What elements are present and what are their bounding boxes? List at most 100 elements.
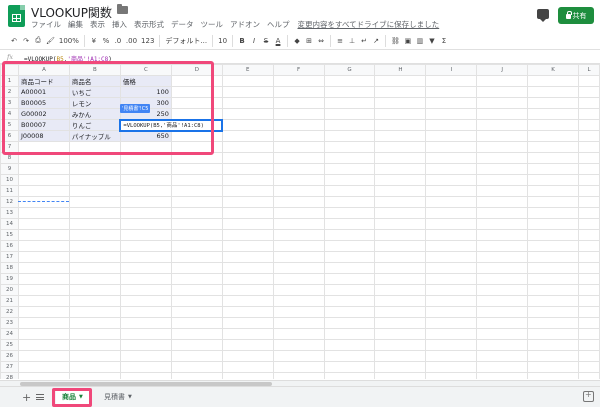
- cell[interactable]: [68, 284, 121, 296]
- cell[interactable]: [17, 295, 70, 307]
- cell[interactable]: [476, 196, 529, 208]
- cell[interactable]: [68, 306, 121, 318]
- cell[interactable]: [221, 141, 274, 153]
- cell[interactable]: [527, 185, 579, 197]
- cell[interactable]: [170, 218, 223, 230]
- column-header[interactable]: E: [221, 64, 274, 76]
- cell[interactable]: [527, 350, 579, 362]
- cell[interactable]: [577, 97, 600, 109]
- cell[interactable]: [527, 75, 579, 87]
- sheet-tab-other[interactable]: 見積書 ▼: [98, 388, 138, 406]
- cell[interactable]: [425, 75, 478, 87]
- cell[interactable]: [272, 240, 325, 252]
- cell[interactable]: [68, 141, 121, 153]
- cell[interactable]: [323, 328, 376, 340]
- number-format-select[interactable]: 123: [139, 34, 156, 48]
- cell[interactable]: [577, 295, 600, 307]
- cell[interactable]: [17, 141, 70, 153]
- cell[interactable]: [527, 306, 579, 318]
- cell[interactable]: [527, 229, 579, 241]
- column-header[interactable]: L: [577, 64, 600, 76]
- cell[interactable]: [17, 350, 70, 362]
- cell[interactable]: [272, 108, 325, 120]
- cell[interactable]: [374, 350, 427, 362]
- menu-file[interactable]: ファイル: [31, 19, 61, 30]
- cell[interactable]: [374, 174, 427, 186]
- cell[interactable]: [119, 350, 172, 362]
- cell[interactable]: [476, 218, 529, 230]
- cell[interactable]: [17, 218, 70, 230]
- cell[interactable]: [374, 75, 427, 87]
- cell[interactable]: [374, 328, 427, 340]
- cell[interactable]: [68, 361, 121, 373]
- cell[interactable]: [170, 152, 223, 164]
- menu-addons[interactable]: アドオン: [230, 19, 260, 30]
- cell[interactable]: [221, 251, 274, 263]
- functions-icon[interactable]: Σ: [438, 34, 450, 48]
- cell[interactable]: [170, 251, 223, 263]
- cell[interactable]: [527, 262, 579, 274]
- cell[interactable]: [374, 339, 427, 351]
- cell[interactable]: [476, 119, 529, 131]
- insert-link-icon[interactable]: ⛓: [389, 34, 402, 48]
- cell[interactable]: [221, 295, 274, 307]
- cell[interactable]: [170, 306, 223, 318]
- row-header[interactable]: 25: [0, 339, 19, 351]
- cell[interactable]: [17, 185, 70, 197]
- cell[interactable]: [119, 251, 172, 263]
- row-header[interactable]: 13: [0, 207, 19, 219]
- cell[interactable]: [170, 229, 223, 241]
- cell[interactable]: [68, 218, 121, 230]
- cell[interactable]: [425, 339, 478, 351]
- row-header[interactable]: 8: [0, 152, 19, 164]
- cell[interactable]: [425, 152, 478, 164]
- row-header[interactable]: 11: [0, 185, 19, 197]
- cell[interactable]: [119, 262, 172, 274]
- cell[interactable]: [119, 295, 172, 307]
- cell[interactable]: [221, 75, 274, 87]
- filter-icon[interactable]: ▼: [426, 34, 438, 48]
- cell[interactable]: [272, 130, 325, 142]
- menu-data[interactable]: データ: [171, 19, 194, 30]
- row-header[interactable]: 12: [0, 196, 19, 208]
- cell[interactable]: [476, 108, 529, 120]
- cell[interactable]: パイナップル: [68, 130, 121, 142]
- save-status-link[interactable]: 変更内容をすべてドライブに保存しました: [298, 19, 440, 30]
- cell[interactable]: [170, 174, 223, 186]
- cell[interactable]: [221, 130, 274, 142]
- cell[interactable]: [119, 328, 172, 340]
- cell[interactable]: [577, 185, 600, 197]
- row-header[interactable]: 5: [0, 119, 19, 131]
- cell[interactable]: [68, 372, 121, 379]
- cell[interactable]: [119, 229, 172, 241]
- menu-format[interactable]: 表示形式: [134, 19, 164, 30]
- cell[interactable]: [221, 273, 274, 285]
- cell[interactable]: [374, 207, 427, 219]
- cell[interactable]: [323, 185, 376, 197]
- cell[interactable]: [221, 262, 274, 274]
- cell[interactable]: [476, 130, 529, 142]
- cell[interactable]: [323, 207, 376, 219]
- cell[interactable]: [170, 75, 223, 87]
- cell[interactable]: [272, 185, 325, 197]
- cell[interactable]: [221, 196, 274, 208]
- cell[interactable]: [68, 152, 121, 164]
- row-header[interactable]: 26: [0, 350, 19, 362]
- cell[interactable]: [119, 174, 172, 186]
- cell[interactable]: [425, 295, 478, 307]
- row-header[interactable]: 7: [0, 141, 19, 153]
- cell[interactable]: [119, 361, 172, 373]
- cell[interactable]: [476, 262, 529, 274]
- cell[interactable]: [170, 284, 223, 296]
- cell[interactable]: [272, 306, 325, 318]
- redo-icon[interactable]: ↷: [20, 34, 32, 48]
- undo-icon[interactable]: ↶: [8, 34, 20, 48]
- cell[interactable]: [323, 152, 376, 164]
- cell[interactable]: [272, 295, 325, 307]
- cell[interactable]: [323, 97, 376, 109]
- menu-edit[interactable]: 編集: [68, 19, 83, 30]
- cell[interactable]: [425, 174, 478, 186]
- cell[interactable]: [323, 251, 376, 263]
- cell[interactable]: [17, 339, 70, 351]
- column-header[interactable]: A: [17, 64, 70, 76]
